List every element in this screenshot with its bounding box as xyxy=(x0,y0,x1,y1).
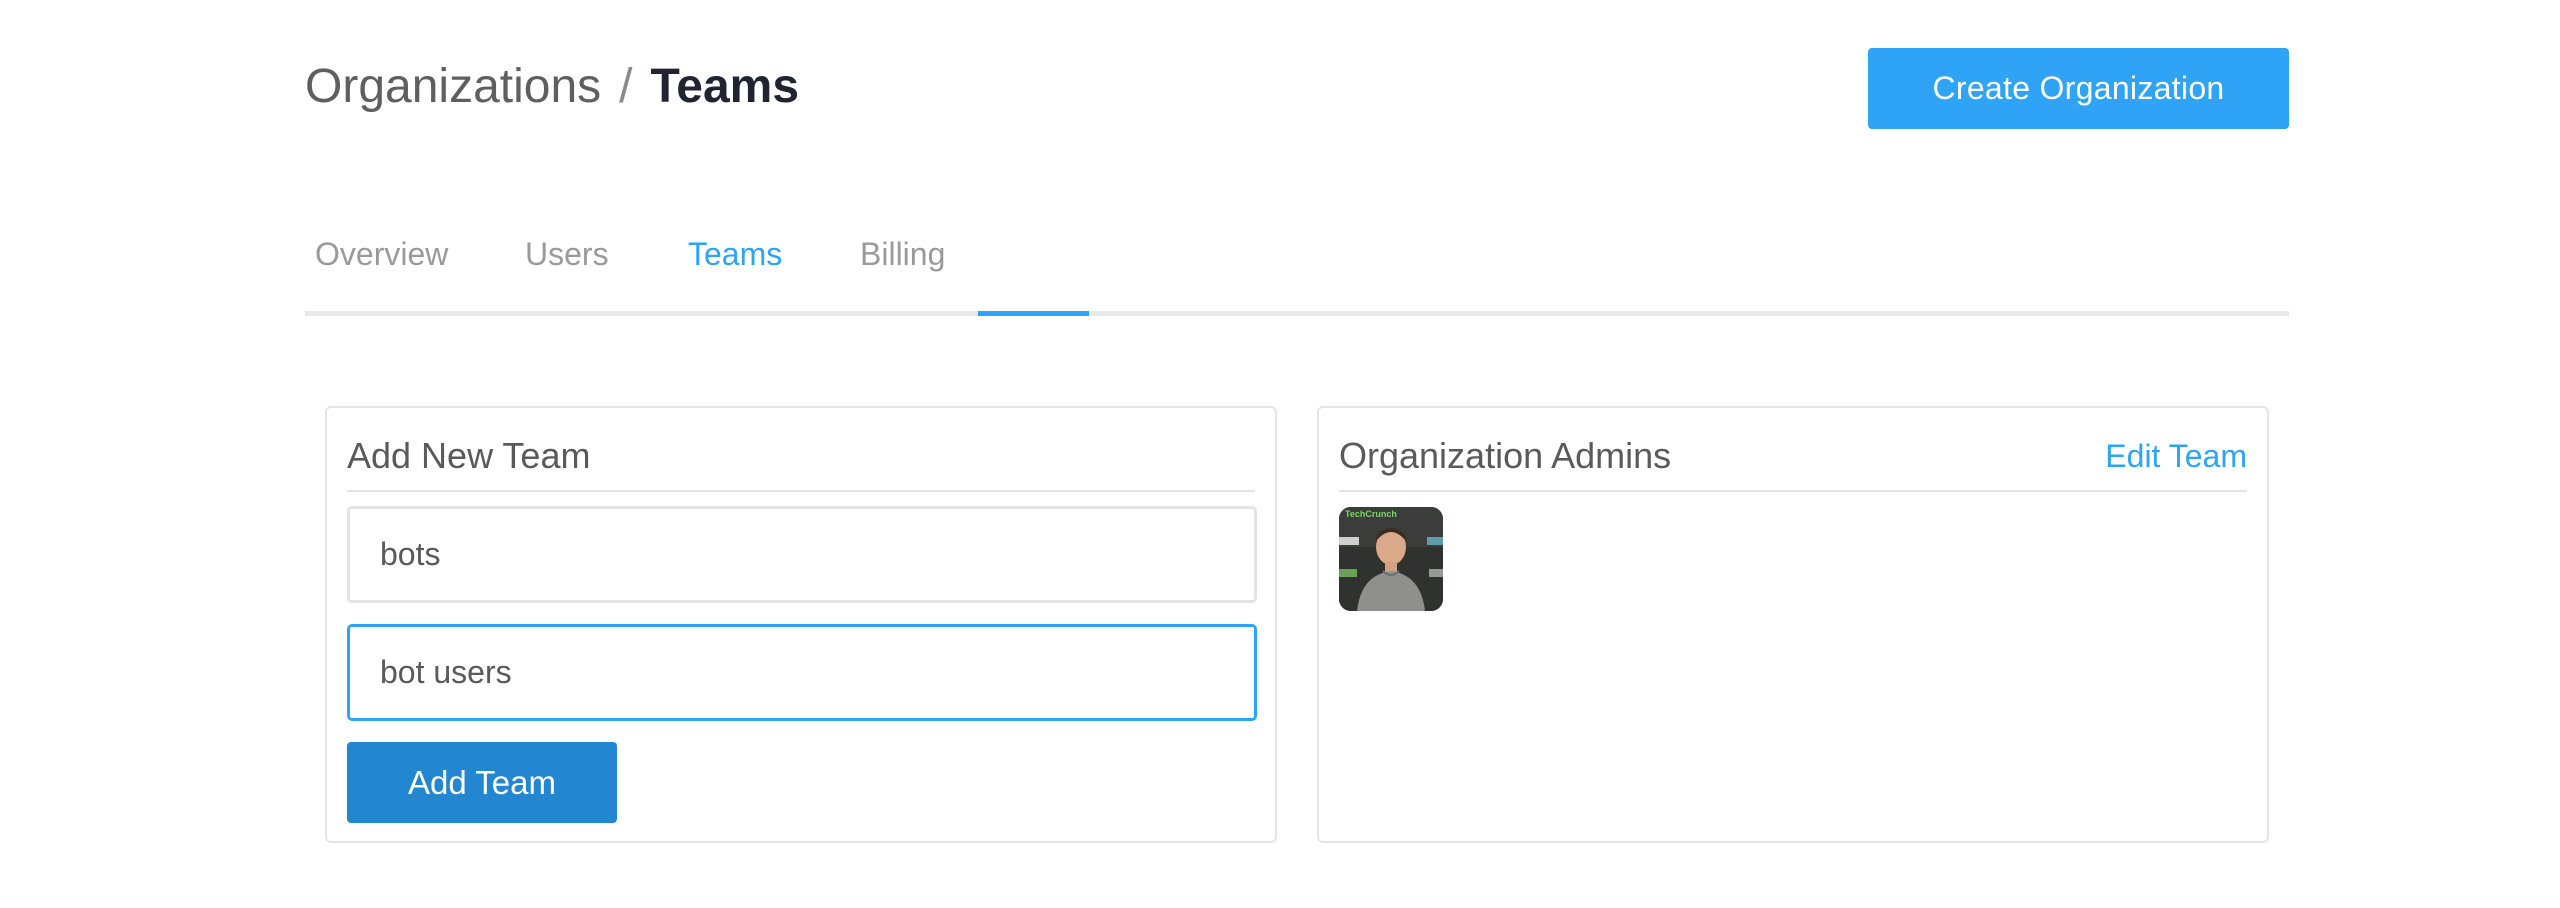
breadcrumb-organizations-link[interactable]: Organizations xyxy=(305,60,601,113)
tab-billing[interactable]: Billing xyxy=(860,236,945,311)
admins-panel-header: Organization Admins Edit Team xyxy=(1339,434,2247,492)
page-title: Teams xyxy=(650,60,800,113)
tab-teams[interactable]: Teams xyxy=(688,236,782,311)
team-description-input[interactable] xyxy=(347,624,1257,721)
admin-avatar[interactable]: TechCrunch xyxy=(1339,507,1443,611)
add-team-title: Add New Team xyxy=(347,435,591,476)
organization-admins-panel: Organization Admins Edit Team TechCrunch xyxy=(1317,406,2269,843)
tab-users[interactable]: Users xyxy=(525,236,609,311)
breadcrumb: Organizations / Teams xyxy=(305,55,799,119)
page: Organizations / Teams Create Organization … xyxy=(0,0,2560,908)
add-team-panel-header: Add New Team xyxy=(347,434,1255,492)
team-name-input[interactable] xyxy=(347,506,1257,603)
add-team-button[interactable]: Add Team xyxy=(347,742,617,823)
edit-team-link[interactable]: Edit Team xyxy=(2105,434,2247,478)
avatar-backdrop-text: TechCrunch xyxy=(1345,509,1397,519)
add-team-panel: Add New Team Add Team xyxy=(325,406,1277,843)
user-avatar-icon: TechCrunch xyxy=(1339,507,1443,611)
tab-overview[interactable]: Overview xyxy=(315,236,448,311)
tab-bar: Overview Users Teams Billing xyxy=(305,218,2289,316)
active-tab-indicator xyxy=(978,311,1089,316)
create-organization-button[interactable]: Create Organization xyxy=(1868,48,2289,129)
breadcrumb-separator: / xyxy=(619,60,633,113)
